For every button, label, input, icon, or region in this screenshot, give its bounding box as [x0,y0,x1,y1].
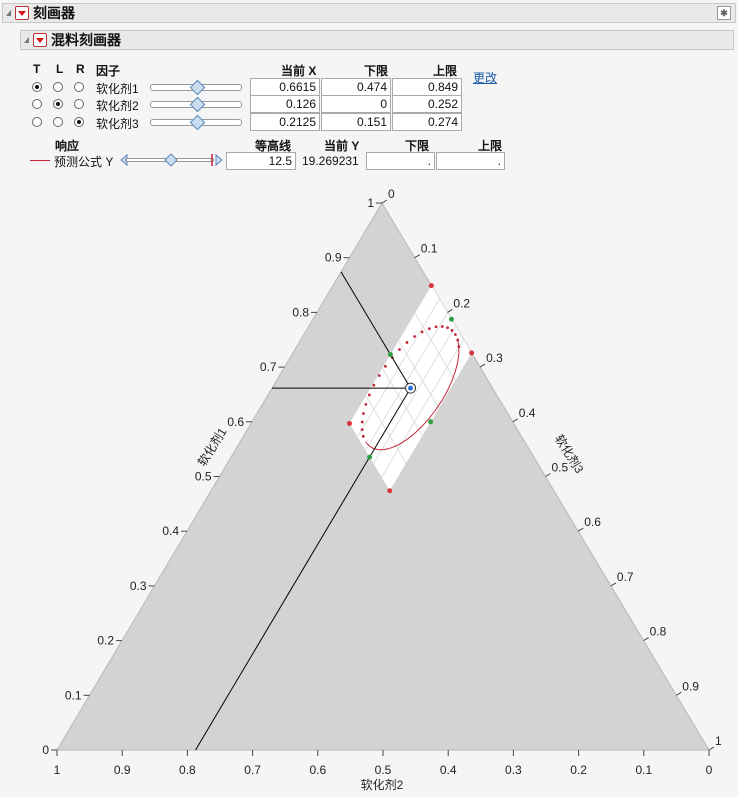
contour-point [364,403,368,406]
contour-point [450,329,454,332]
left-axis-tick-label: 0.1 [65,688,82,702]
bottom-axis-tick-label: 0.6 [309,763,326,777]
contour-point [377,374,381,377]
bottom-axis-tick-label: 0.3 [505,763,522,777]
contour-point [362,412,365,415]
left-axis-tick-label: 0.2 [97,634,114,648]
ternary-plot[interactable]: 0 0.1 0.2 0.3 0.4 0.5 0.6 0.7 0.8 0.9 1 1 0.9 0.8 0.7 0… [0,0,738,797]
right-axis-tick [708,746,715,751]
right-axis-tick-label: 0.6 [584,515,601,529]
right-axis-tick-label: 0.4 [519,406,536,420]
vertex-point [346,420,352,426]
contour-point [361,434,365,438]
right-axis-tick [381,199,388,204]
right-axis-tick-label: 0 [388,187,395,201]
contour-point [456,338,460,342]
bottom-axis-tick-label: 1 [54,763,61,777]
vertex-point [387,488,393,494]
left-axis-tick-label: 0.4 [162,524,179,538]
bottom-axis-tick-label: 0.1 [635,763,652,777]
right-axis-tick [676,691,682,696]
bottom-axis-tick-label: 0.4 [440,763,457,777]
contour-point [454,333,457,336]
left-axis-tick-label: 1 [367,196,374,210]
bottom-axis-tick-label: 0.9 [114,763,131,777]
right-axis-tick-label: 0.2 [453,296,470,310]
left-axis-tick-label: 0.5 [195,470,212,484]
contour-point [434,325,438,329]
right-axis-tick-label: 0.1 [421,242,438,256]
left-axis-name: 软化剂1 [194,424,230,468]
contour-point [384,364,387,368]
contour-point [457,345,461,349]
contour-point [440,325,444,328]
vertex-point [469,350,475,356]
right-axis-tick-label: 1 [715,734,722,748]
left-axis-tick-label: 0 [42,743,49,757]
bottom-axis-name: 软化剂2 [361,777,404,792]
right-axis-tick-label: 0.7 [617,570,634,584]
edge-midpoint [367,454,373,460]
right-axis-tick [643,637,649,642]
right-axis-tick [447,308,453,313]
bottom-axis-tick-label: 0.7 [244,763,261,777]
left-axis-tick-label: 0.8 [292,305,309,319]
contour-point [413,335,417,338]
contour-point [367,393,371,397]
right-axis-tick [610,582,617,587]
left-axis-tick-label: 0.7 [260,360,277,374]
right-axis-tick-label: 0.5 [552,461,569,475]
left-axis-tick-label: 0.9 [325,251,342,265]
current-point-marker[interactable] [408,385,414,391]
contour-point [360,420,364,424]
right-axis-tick-label: 0.8 [650,625,667,639]
contour-point [420,330,424,334]
bottom-axis-tick-label: 0.5 [375,763,392,777]
contour-point [360,428,364,432]
contour-point [372,383,376,387]
edge-midpoint [387,352,393,358]
contour-point [427,327,431,330]
bottom-axis-tick-label: 0.8 [179,763,196,777]
vertex-point [428,283,434,289]
contour-point [446,326,449,330]
right-axis-tick [512,418,519,423]
right-axis-tick-label: 0.3 [486,351,503,365]
bottom-axis-tick-label: 0.2 [570,763,587,777]
edge-midpoint [428,419,434,425]
contour-point [405,341,409,344]
left-axis-tick-label: 0.3 [130,579,147,593]
edge-midpoint [448,316,454,322]
left-axis-tick-label: 0.6 [227,415,244,429]
bottom-axis-tick-label: 0 [706,763,713,777]
right-axis-tick-label: 0.9 [682,679,699,693]
right-axis-tick [479,363,486,368]
contour-point [398,348,401,351]
right-axis-tick [414,254,420,259]
right-axis-tick [545,473,551,477]
right-axis-tick [577,527,584,532]
